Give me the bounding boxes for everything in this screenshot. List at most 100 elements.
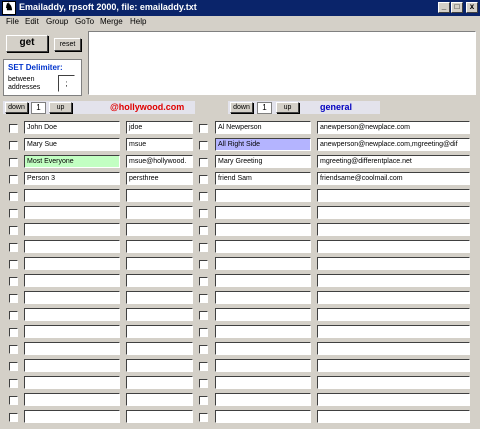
right-row-checkbox[interactable] — [199, 277, 208, 286]
right-row-checkbox[interactable] — [199, 158, 208, 167]
menu-merge[interactable]: Merge — [100, 17, 123, 26]
left-row-alias-field[interactable] — [126, 257, 193, 270]
left-row-alias-field[interactable] — [126, 291, 193, 304]
right-row-email-field[interactable] — [317, 359, 470, 372]
left-row-alias-field[interactable] — [126, 325, 193, 338]
delimiter-input[interactable]: ; — [58, 75, 75, 92]
left-row-name-field[interactable] — [24, 308, 120, 321]
right-row-name-field[interactable] — [215, 325, 311, 338]
left-row-name-field[interactable] — [24, 240, 120, 253]
right-row-name-field[interactable] — [215, 274, 311, 287]
minimize-button[interactable]: _ — [438, 2, 450, 13]
right-row-email-field[interactable]: mgreeting@differentplace.net — [317, 155, 470, 168]
left-row-checkbox[interactable] — [9, 396, 18, 405]
right-row-name-field[interactable]: Al Newperson — [215, 121, 311, 134]
right-row-email-field[interactable] — [317, 410, 470, 423]
left-row-alias-field[interactable]: msue — [126, 138, 193, 151]
right-row-email-field[interactable]: anewperson@newplace.com,mgreeting@dif — [317, 138, 470, 151]
right-row-name-field[interactable] — [215, 410, 311, 423]
right-row-checkbox[interactable] — [199, 243, 208, 252]
left-row-name-field[interactable] — [24, 410, 120, 423]
left-row-checkbox[interactable] — [9, 413, 18, 422]
right-row-email-field[interactable] — [317, 376, 470, 389]
right-row-email-field[interactable] — [317, 342, 470, 355]
left-row-checkbox[interactable] — [9, 311, 18, 320]
left-row-name-field[interactable] — [24, 223, 120, 236]
left-row-checkbox[interactable] — [9, 124, 18, 133]
right-row-name-field[interactable] — [215, 393, 311, 406]
left-row-name-field[interactable] — [24, 257, 120, 270]
left-row-name-field[interactable] — [24, 291, 120, 304]
left-row-alias-field[interactable] — [126, 240, 193, 253]
left-row-alias-field[interactable] — [126, 410, 193, 423]
left-row-name-field[interactable] — [24, 342, 120, 355]
left-row-alias-field[interactable] — [126, 206, 193, 219]
right-row-email-field[interactable]: friendsame@coolmail.com — [317, 172, 470, 185]
left-row-name-field[interactable] — [24, 376, 120, 389]
right-row-name-field[interactable] — [215, 376, 311, 389]
right-row-checkbox[interactable] — [199, 226, 208, 235]
right-row-name-field[interactable] — [215, 206, 311, 219]
left-row-checkbox[interactable] — [9, 226, 18, 235]
left-up-button[interactable]: up — [49, 102, 72, 113]
right-row-name-field[interactable]: All Right Side — [215, 138, 311, 151]
left-row-name-field[interactable] — [24, 189, 120, 202]
right-row-email-field[interactable] — [317, 189, 470, 202]
right-row-name-field[interactable] — [215, 308, 311, 321]
right-row-name-field[interactable]: friend Sam — [215, 172, 311, 185]
left-row-checkbox[interactable] — [9, 175, 18, 184]
close-button[interactable]: x — [466, 2, 478, 13]
right-row-email-field[interactable] — [317, 325, 470, 338]
left-row-checkbox[interactable] — [9, 328, 18, 337]
left-row-alias-field[interactable] — [126, 189, 193, 202]
left-row-checkbox[interactable] — [9, 141, 18, 150]
menu-file[interactable]: File — [6, 17, 19, 26]
right-row-checkbox[interactable] — [199, 413, 208, 422]
left-row-alias-field[interactable] — [126, 223, 193, 236]
get-button[interactable]: get — [6, 35, 48, 52]
left-row-alias-field[interactable]: persthree — [126, 172, 193, 185]
right-row-checkbox[interactable] — [199, 311, 208, 320]
output-memo[interactable] — [88, 31, 476, 95]
right-row-checkbox[interactable] — [199, 345, 208, 354]
title-bar[interactable]: ♞ Emailaddy, rpsoft 2000, file: emailadd… — [0, 0, 480, 16]
left-row-alias-field[interactable]: jdoe — [126, 121, 193, 134]
right-row-name-field[interactable] — [215, 359, 311, 372]
left-row-alias-field[interactable] — [126, 359, 193, 372]
menu-goto[interactable]: GoTo — [75, 17, 94, 26]
right-row-checkbox[interactable] — [199, 175, 208, 184]
left-row-name-field[interactable] — [24, 274, 120, 287]
left-row-name-field[interactable]: Mary Sue — [24, 138, 120, 151]
right-row-checkbox[interactable] — [199, 260, 208, 269]
right-row-name-field[interactable] — [215, 291, 311, 304]
left-row-checkbox[interactable] — [9, 260, 18, 269]
left-row-name-field[interactable]: Person 3 — [24, 172, 120, 185]
right-row-email-field[interactable] — [317, 393, 470, 406]
right-row-name-field[interactable] — [215, 189, 311, 202]
left-row-name-field[interactable] — [24, 325, 120, 338]
left-row-alias-field[interactable] — [126, 342, 193, 355]
right-row-email-field[interactable] — [317, 291, 470, 304]
menu-group[interactable]: Group — [46, 17, 68, 26]
left-row-name-field[interactable] — [24, 393, 120, 406]
left-row-checkbox[interactable] — [9, 345, 18, 354]
right-row-email-field[interactable] — [317, 274, 470, 287]
left-row-alias-field[interactable] — [126, 393, 193, 406]
left-row-name-field[interactable]: John Doe — [24, 121, 120, 134]
right-page-field[interactable]: 1 — [257, 102, 272, 114]
right-row-checkbox[interactable] — [199, 328, 208, 337]
right-row-email-field[interactable] — [317, 308, 470, 321]
right-row-email-field[interactable] — [317, 240, 470, 253]
right-row-name-field[interactable] — [215, 257, 311, 270]
right-row-name-field[interactable] — [215, 240, 311, 253]
left-row-name-field[interactable]: Most Everyone — [24, 155, 120, 168]
right-row-name-field[interactable] — [215, 223, 311, 236]
reset-button[interactable]: reset — [54, 38, 81, 51]
right-row-email-field[interactable] — [317, 223, 470, 236]
left-down-button[interactable]: down — [5, 102, 28, 113]
left-row-alias-field[interactable] — [126, 274, 193, 287]
right-row-checkbox[interactable] — [199, 294, 208, 303]
right-row-email-field[interactable] — [317, 257, 470, 270]
right-row-email-field[interactable]: anewperson@newplace.com — [317, 121, 470, 134]
left-row-alias-field[interactable] — [126, 376, 193, 389]
